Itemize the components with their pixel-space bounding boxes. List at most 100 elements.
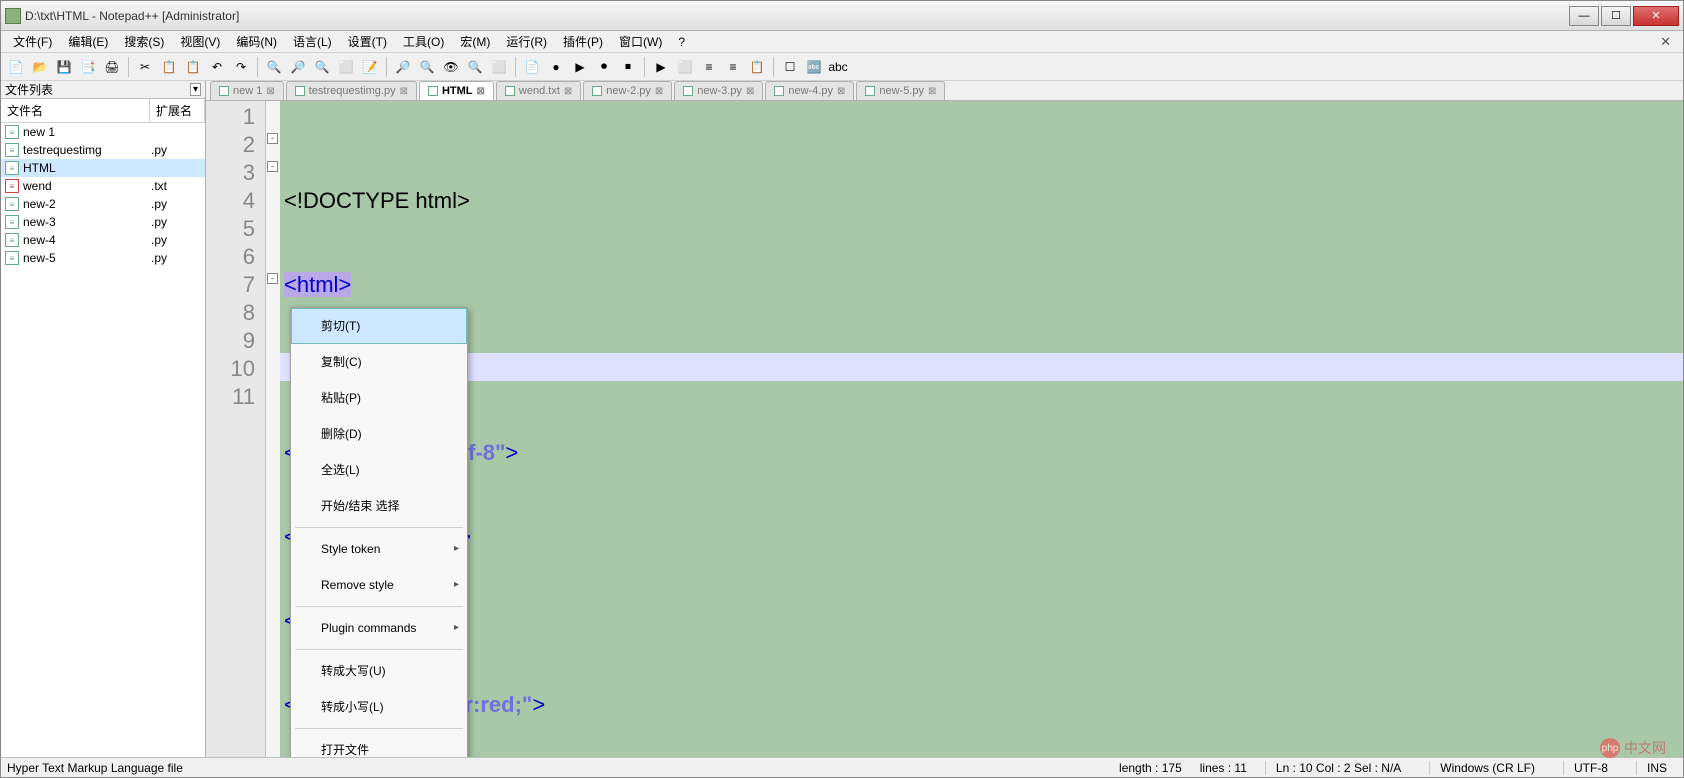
toolbar-button[interactable]: 🖨 [101,56,123,78]
file-row[interactable]: ≡new 1 [1,123,205,141]
toolbar-button[interactable]: ⬜ [335,56,357,78]
context-menu-item[interactable]: 删除(D) [291,416,467,452]
maximize-button[interactable]: ☐ [1601,6,1631,26]
menu-item[interactable]: 设置(T) [340,31,395,52]
col-filename[interactable]: 文件名 [1,99,150,122]
menu-item[interactable]: 运行(R) [498,31,555,52]
col-ext[interactable]: 扩展名 [150,99,205,122]
tab[interactable]: testrequestimg.py⊠ [286,81,417,100]
tab-close-icon[interactable]: ⊠ [266,86,274,97]
fold-marker[interactable]: - [267,161,278,172]
toolbar-button[interactable]: ⏺ [593,56,615,78]
menu-item[interactable]: ? [670,33,693,51]
tab-close-icon[interactable]: ⊠ [477,86,485,97]
context-menu-item[interactable]: 粘贴(P) [291,380,467,416]
toolbar-button[interactable]: ☐ [779,56,801,78]
doc-close-icon[interactable]: ✕ [1652,34,1679,50]
toolbar-button[interactable]: 📝 [359,56,381,78]
toolbar-button[interactable]: ↶ [206,56,228,78]
tab-close-icon[interactable]: ⊠ [564,86,572,97]
file-name: HTML [23,161,151,175]
context-menu-item[interactable]: 全选(L) [291,452,467,488]
toolbar-button[interactable]: 🔍 [311,56,333,78]
toolbar-button[interactable]: 📑 [77,56,99,78]
menu-item[interactable]: 编码(N) [228,31,285,52]
context-menu-item[interactable]: 开始/结束 选择 [291,488,467,524]
tab-close-icon[interactable]: ⊠ [746,86,754,97]
toolbar-button[interactable]: ↷ [230,56,252,78]
toolbar-button[interactable]: ⬜ [488,56,510,78]
toolbar-button[interactable]: ≡ [722,56,744,78]
toolbar-button[interactable]: 👁 [440,56,462,78]
tab[interactable]: new-2.py⊠ [583,81,672,100]
toolbar-button[interactable]: ✂ [134,56,156,78]
tab-close-icon[interactable]: ⊠ [928,86,936,97]
toolbar-button[interactable]: 🔍 [416,56,438,78]
minimize-button[interactable]: — [1569,6,1599,26]
toolbar-button[interactable]: 🔎 [287,56,309,78]
code-area[interactable]: 1234567891011 - - - <!DOCTYPE html> <htm… [206,101,1683,757]
toolbar-button[interactable]: 📋 [158,56,180,78]
file-row[interactable]: ≡new-4.py [1,231,205,249]
context-menu-item[interactable]: 打开文件 [291,732,467,757]
context-menu-item[interactable]: Remove style [291,567,467,603]
tab[interactable]: new 1⊠ [210,81,284,100]
file-row[interactable]: ≡new-3.py [1,213,205,231]
menu-item[interactable]: 文件(F) [5,31,60,52]
toolbar-button[interactable]: ▶ [569,56,591,78]
file-row[interactable]: ≡testrequestimg.py [1,141,205,159]
toolbar-button[interactable]: ≡ [698,56,720,78]
context-menu-item[interactable]: 剪切(T) [291,308,467,344]
status-insert[interactable]: INS [1636,761,1677,775]
menu-item[interactable]: 宏(M) [452,31,498,52]
context-menu-item[interactable]: Plugin commands [291,610,467,646]
file-row[interactable]: ≡wend.txt [1,177,205,195]
tab[interactable]: new-3.py⊠ [674,81,763,100]
fold-marker[interactable]: - [267,133,278,144]
tab-icon [592,86,602,96]
toolbar-button[interactable]: 📋 [746,56,768,78]
toolbar-button[interactable]: 📂 [29,56,51,78]
menu-item[interactable]: 窗口(W) [611,31,670,52]
toolbar-button[interactable]: ▶ [650,56,672,78]
tab-close-icon[interactable]: ⊠ [400,86,408,97]
toolbar-button[interactable]: 📋 [182,56,204,78]
tab[interactable]: wend.txt⊠ [496,81,581,100]
menu-item[interactable]: 语言(L) [285,31,340,52]
toolbar-button[interactable]: 💾 [53,56,75,78]
toolbar-button[interactable]: 🔎 [392,56,414,78]
toolbar-button[interactable]: 📄 [521,56,543,78]
toolbar-button[interactable]: ⏹ [617,56,639,78]
toolbar-button[interactable]: 🔍 [464,56,486,78]
tab[interactable]: new-5.py⊠ [856,81,945,100]
fold-marker[interactable]: - [267,273,278,284]
menu-item[interactable]: 工具(O) [395,31,452,52]
menu-item[interactable]: 搜索(S) [116,31,172,52]
toolbar-button[interactable]: abc [827,56,849,78]
context-menu-item[interactable]: 转成小写(L) [291,689,467,725]
context-menu-item[interactable]: 转成大写(U) [291,653,467,689]
file-row[interactable]: ≡new-2.py [1,195,205,213]
context-menu-item[interactable]: Style token [291,531,467,567]
status-eol[interactable]: Windows (CR LF) [1429,761,1545,775]
file-row[interactable]: ≡HTML [1,159,205,177]
close-button[interactable]: ✕ [1633,6,1679,26]
menubar: 文件(F)编辑(E)搜索(S)视图(V)编码(N)语言(L)设置(T)工具(O)… [1,31,1683,53]
toolbar-button[interactable]: ● [545,56,567,78]
tab[interactable]: new-4.py⊠ [765,81,854,100]
toolbar-button[interactable]: 🔍 [263,56,285,78]
tab-close-icon[interactable]: ⊠ [837,86,845,97]
menu-item[interactable]: 编辑(E) [60,31,116,52]
toolbar-button[interactable]: ⬜ [674,56,696,78]
file-row[interactable]: ≡new-5.py [1,249,205,267]
status-encoding[interactable]: UTF-8 [1563,761,1618,775]
toolbar-button[interactable]: 🔤 [803,56,825,78]
menu-item[interactable]: 视图(V) [172,31,228,52]
tab[interactable]: HTML⊠ [419,81,494,100]
tab-close-icon[interactable]: ⊠ [655,86,663,97]
toolbar-button[interactable]: 📄 [5,56,27,78]
context-menu-item[interactable]: 复制(C) [291,344,467,380]
code[interactable]: <!DOCTYPE html> <html> <head> <meta char… [280,101,1683,757]
sidebar-dropdown-icon[interactable]: ▾ [190,83,201,96]
menu-item[interactable]: 插件(P) [555,31,611,52]
